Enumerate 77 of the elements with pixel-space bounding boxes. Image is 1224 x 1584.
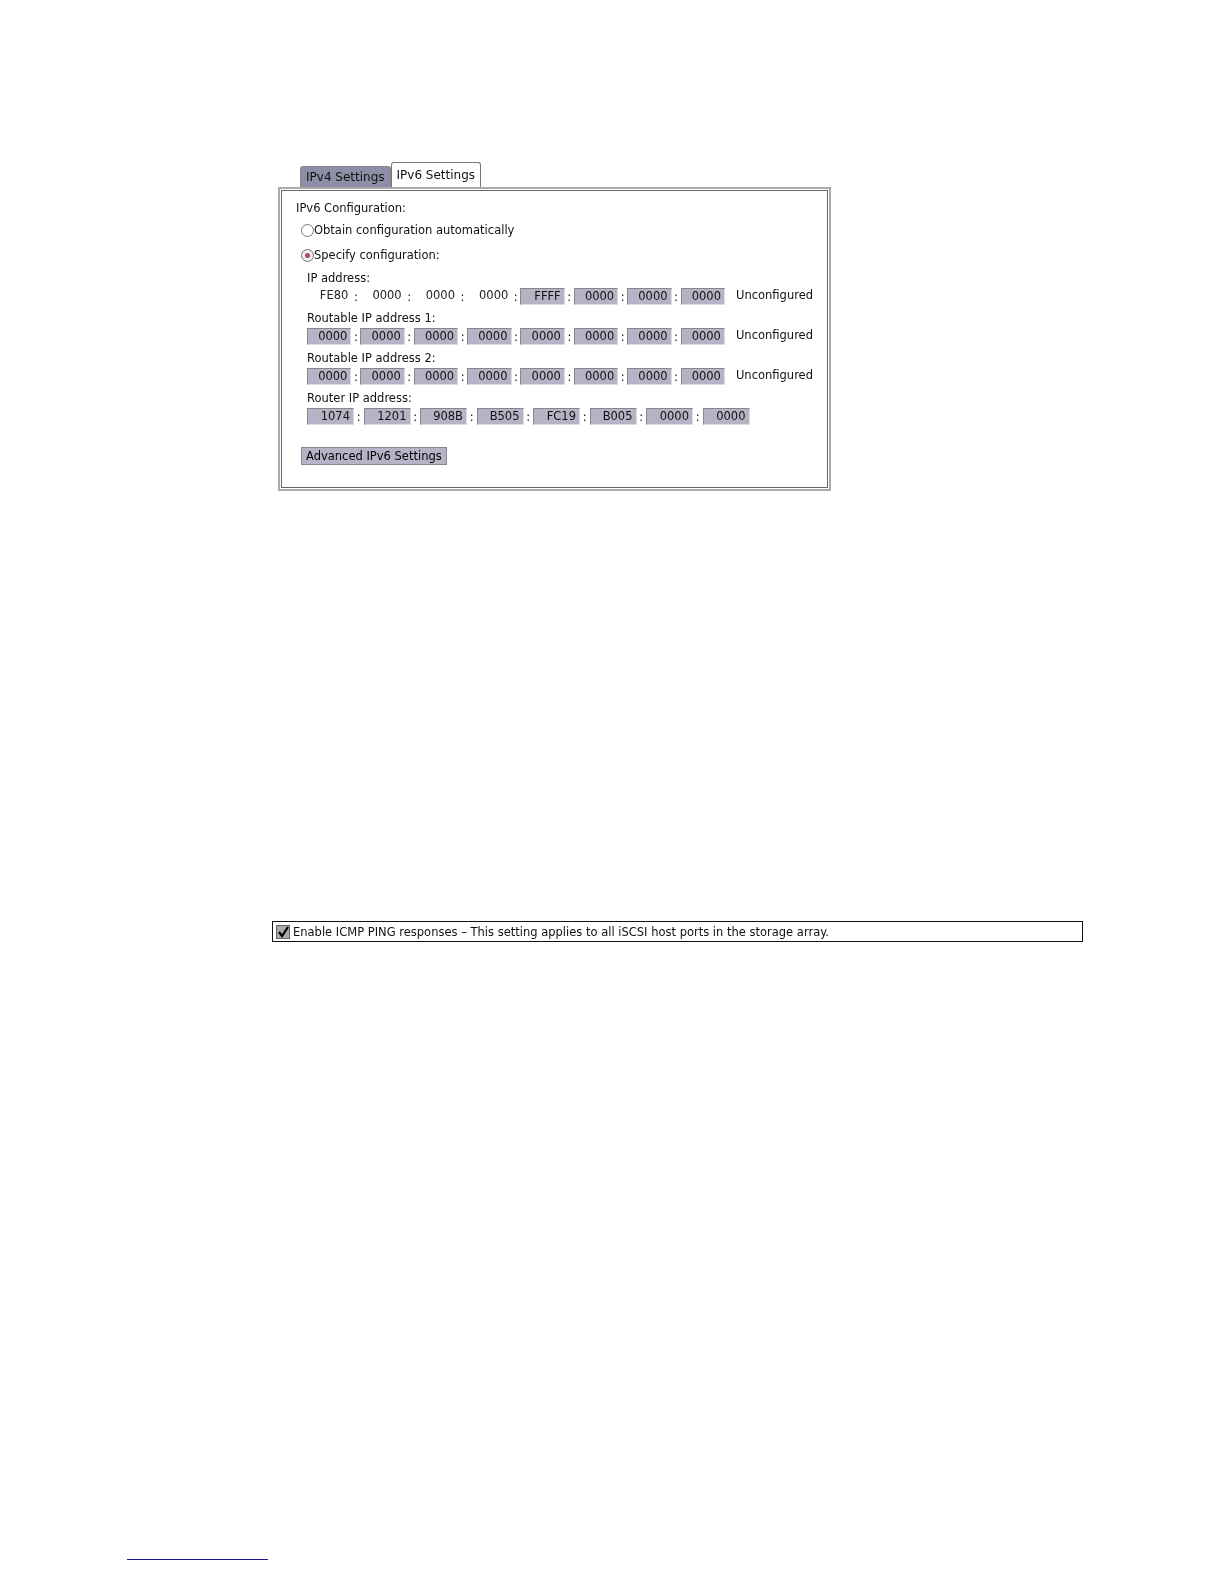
address-label: IP address: [307,271,372,287]
address-field[interactable]: 0000 [702,408,750,425]
address-field[interactable]: 0000 [627,288,672,305]
address-field[interactable]: 0000 [307,328,352,345]
radio-button[interactable] [301,223,314,237]
checkbox-label[interactable]: Enable ICMP PING responses – This setting applies to all iSCSI host ports in the storage array. [293,924,830,939]
separator: : [459,369,466,384]
address-text: 0000 [371,288,403,304]
address-field[interactable]: 0000 [467,328,512,345]
address-field[interactable]: 1201 [363,408,411,425]
address-field[interactable]: FFFF [520,288,565,305]
address-field[interactable]: 0000 [520,328,565,345]
separator: : [566,329,573,344]
tab[interactable]: IPv6 Settings [390,162,482,187]
separator: : [525,409,532,424]
separator: : [638,409,645,424]
radio-label[interactable]: Specify configuration: [314,248,440,262]
address-field[interactable]: 0000 [413,368,459,385]
separator: : [673,289,679,304]
separator: : [566,369,573,384]
separator: : [673,329,679,344]
separator: : [459,289,466,304]
address-text: 0000 [424,288,456,304]
separator: : [406,329,413,344]
address-label: Router IP address: [307,391,413,407]
radio-label[interactable]: Obtain configuration automatically [314,223,515,237]
separator: : [694,409,701,424]
separator: : [512,289,519,304]
separator: : [406,289,413,304]
separator: : [513,329,519,344]
address-field[interactable]: FC19 [533,408,580,425]
separator: : [566,289,573,304]
address-field[interactable]: 0000 [627,368,672,385]
radio-button[interactable] [301,248,314,262]
separator: : [619,369,626,384]
address-text: 0000 [478,288,510,304]
separator: : [352,369,359,384]
separator: : [673,369,679,384]
address-field[interactable]: 0000 [627,328,672,345]
section-title: IPv6 Configuration: [296,201,407,215]
address-field[interactable]: 0000 [573,368,619,385]
separator: : [352,329,359,344]
separator: : [352,289,359,304]
address-label: Routable IP address 2: [307,351,437,367]
address-field[interactable]: 0000 [680,328,725,345]
separator: : [412,409,419,424]
status-text: Unconfigured [735,328,813,342]
address-field[interactable]: 0000 [307,368,352,385]
address-field[interactable]: 908B [420,408,467,425]
tab[interactable]: IPv4 Settings [300,166,391,187]
address-text: FE80 [318,288,350,304]
advanced-settings-button[interactable]: Advanced IPv6 Settings [301,447,447,465]
address-field[interactable]: 0000 [646,408,693,425]
separator: : [581,409,588,424]
address-field[interactable]: 0000 [520,368,565,385]
separator: : [355,409,362,424]
address-field[interactable]: 0000 [573,328,619,345]
address-field[interactable]: 0000 [467,368,512,385]
address-field[interactable]: 0000 [573,288,619,305]
separator: : [459,329,466,344]
checkbox[interactable] [276,924,290,939]
address-field[interactable]: 0000 [680,288,725,305]
address-field[interactable]: 0000 [680,368,725,385]
separator: : [513,369,519,384]
address-field[interactable]: 0000 [360,368,405,385]
separator: : [468,409,475,424]
address-field[interactable]: 0000 [360,328,405,345]
separator: : [619,289,626,304]
status-text: Unconfigured [735,368,813,382]
address-field[interactable]: B005 [589,408,637,425]
separator: : [619,329,626,344]
address-field[interactable]: 1074 [307,408,354,425]
address-label: Routable IP address 1: [307,311,437,327]
separator: : [406,369,413,384]
address-field[interactable]: B505 [476,408,524,425]
status-text: Unconfigured [736,288,814,302]
address-field[interactable]: 0000 [413,328,459,345]
